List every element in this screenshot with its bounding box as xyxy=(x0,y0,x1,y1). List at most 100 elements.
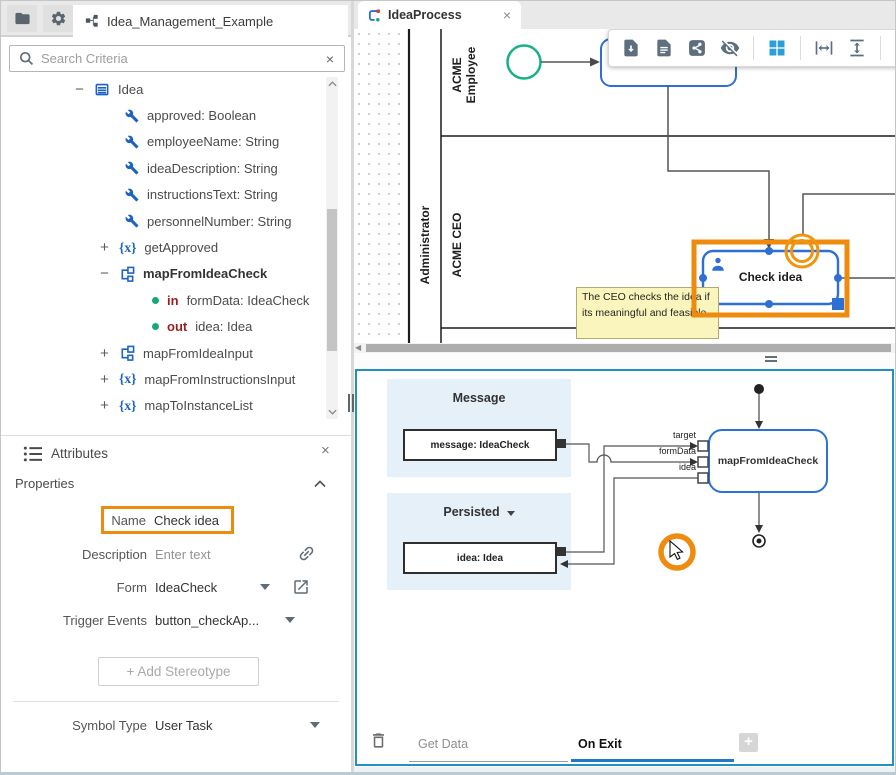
tree-item-employeename[interactable]: employeeName: String xyxy=(1,129,325,155)
expand-icon[interactable]: + xyxy=(98,371,111,388)
symbol-type-label: Symbol Type xyxy=(1,718,147,733)
tab-on-exit[interactable]: On Exit xyxy=(571,729,734,762)
wrench-icon xyxy=(125,214,139,228)
tree-item-maptoinstancelist[interactable]: + {x} mapToInstanceList xyxy=(1,393,325,419)
wrench-icon xyxy=(125,109,139,123)
toolbar-separator xyxy=(753,36,754,60)
wrench-icon xyxy=(125,188,139,202)
folder-icon xyxy=(14,10,31,27)
name-field-label: Name xyxy=(104,513,146,528)
in-keyword: in xyxy=(167,293,179,308)
grid-dots xyxy=(354,29,408,343)
tree-item-label: getApproved xyxy=(144,240,218,255)
symbol-type-field[interactable]: User Task xyxy=(155,718,213,733)
chevron-up-icon[interactable] xyxy=(313,479,327,488)
port-label-target: target xyxy=(634,430,696,440)
persisted-item-box[interactable]: idea: Idea xyxy=(403,542,557,574)
tree-item-instructionstext[interactable]: instructionsText: String xyxy=(1,182,325,208)
document-icon[interactable] xyxy=(654,38,674,58)
wrench-icon xyxy=(125,135,139,149)
tree-item-label: mapToInstanceList xyxy=(144,398,252,413)
tab-get-data[interactable]: Get Data xyxy=(409,729,568,762)
entity-icon xyxy=(94,82,110,97)
form-field[interactable]: IdeaCheck xyxy=(155,580,217,595)
form-dropdown-icon[interactable] xyxy=(260,584,270,590)
project-tab[interactable]: Idea_Management_Example xyxy=(73,5,348,37)
message-item-box[interactable]: message: IdeaCheck xyxy=(403,429,557,461)
open-external-icon[interactable] xyxy=(292,578,310,596)
splitter-grip[interactable] xyxy=(346,394,355,412)
dropdown-icon xyxy=(507,511,515,516)
collapse-icon[interactable]: − xyxy=(73,81,86,98)
tree-item-idea[interactable]: − Idea xyxy=(1,76,325,102)
tree-item-mapfromideainput[interactable]: + mapFromIdeaInput xyxy=(1,340,325,366)
add-tab-button[interactable]: + xyxy=(739,733,758,752)
expand-icon[interactable]: + xyxy=(98,345,111,362)
trash-icon[interactable] xyxy=(369,731,388,750)
add-stereotype-button[interactable]: + Add Stereotype xyxy=(98,657,259,686)
grid-layout-icon[interactable] xyxy=(767,38,787,58)
tree-item-approved[interactable]: approved: Boolean xyxy=(1,102,325,128)
canvas-horizontal-scrollbar[interactable]: ◀ xyxy=(354,343,896,353)
scroll-left-icon[interactable]: ◀ xyxy=(355,344,361,352)
left-panel: Idea_Management_Example × − Idea approve… xyxy=(1,1,351,775)
tree-item-out-idea[interactable]: out idea: Idea xyxy=(1,314,325,340)
tree-item-label: formData: IdeaCheck xyxy=(187,293,310,308)
right-panel: IdeaProcess × xyxy=(354,1,896,775)
tree-item-formdata[interactable]: in formData: IdeaCheck xyxy=(1,287,325,313)
persisted-group-title[interactable]: Persisted xyxy=(387,505,571,519)
trigger-events-field[interactable]: button_checkAp... xyxy=(155,613,259,628)
name-field-value[interactable]: Check idea xyxy=(154,513,219,528)
tab-label: IdeaProcess xyxy=(388,8,496,22)
function-icon: {x} xyxy=(119,371,136,387)
tree-item-label: approved: Boolean xyxy=(147,108,256,123)
search-input[interactable] xyxy=(35,51,326,66)
scrollbar-thumb[interactable] xyxy=(366,344,891,352)
description-field[interactable]: Enter text xyxy=(155,547,211,562)
download-icon[interactable] xyxy=(621,38,641,58)
search-clear-icon[interactable]: × xyxy=(326,51,334,67)
annotation-note[interactable]: The CEO checks the idea if its meaningfu… xyxy=(576,287,719,339)
attributes-close-icon[interactable]: × xyxy=(321,442,330,459)
tree-scrollbar-thumb[interactable] xyxy=(327,209,337,351)
tree-item-mapfromideacheck[interactable]: − mapFromIdeaCheck xyxy=(1,261,325,287)
tree-item-label: ideaDescription: String xyxy=(147,161,278,176)
bpmn-canvas[interactable]: Administrator ACME Employee ACME CEO Che… xyxy=(354,29,896,343)
map-node[interactable]: mapFromIdeaCheck xyxy=(708,429,828,493)
mapping-panel: Message Persisted mapFromIdeaCheck messa… xyxy=(355,369,894,766)
link-icon[interactable] xyxy=(297,544,316,563)
name-field-highlight[interactable]: Name Check idea xyxy=(101,506,234,534)
fit-height-icon[interactable] xyxy=(847,38,867,58)
task-check-idea[interactable]: Check idea xyxy=(703,270,838,284)
folder-button[interactable] xyxy=(7,5,37,32)
symbol-type-dropdown-icon[interactable] xyxy=(310,722,320,728)
tree-item-label: Idea xyxy=(118,82,143,97)
properties-section-title: Properties xyxy=(15,476,74,491)
search-box: × xyxy=(9,45,345,72)
tree-item-ideadescription[interactable]: ideaDescription: String xyxy=(1,155,325,181)
scroll-down-icon[interactable] xyxy=(326,405,338,419)
share-icon[interactable] xyxy=(687,38,707,58)
tree-item-getapproved[interactable]: + {x} getApproved xyxy=(1,234,325,260)
tree-item-mapfrominstructionsinput[interactable]: + {x} mapFromInstructionsInput xyxy=(1,366,325,392)
expand-icon[interactable]: + xyxy=(98,239,111,256)
hide-eye-icon[interactable] xyxy=(720,38,740,58)
lane-label-employee: ACME Employee xyxy=(450,30,464,120)
expand-icon[interactable]: + xyxy=(98,397,111,414)
fit-width-icon[interactable] xyxy=(814,38,834,58)
panel-resize-strip xyxy=(354,353,896,369)
tree-scrollbar[interactable] xyxy=(326,77,338,419)
divider xyxy=(13,701,339,702)
tree-item-personnelnumber[interactable]: personnelNumber: String xyxy=(1,208,325,234)
collapse-icon[interactable]: − xyxy=(98,265,111,282)
description-label: Description xyxy=(1,547,147,562)
settings-button[interactable] xyxy=(43,5,73,32)
resize-grip-icon[interactable] xyxy=(765,356,777,364)
message-group: Message xyxy=(387,379,571,477)
tab-close-icon[interactable]: × xyxy=(503,7,511,23)
tab-ideaprocess[interactable]: IdeaProcess × xyxy=(358,1,521,29)
scroll-up-icon[interactable] xyxy=(326,77,338,91)
divider xyxy=(1,435,351,436)
trigger-dropdown-icon[interactable] xyxy=(285,617,295,623)
editor-tab-bar: IdeaProcess × xyxy=(354,1,896,29)
